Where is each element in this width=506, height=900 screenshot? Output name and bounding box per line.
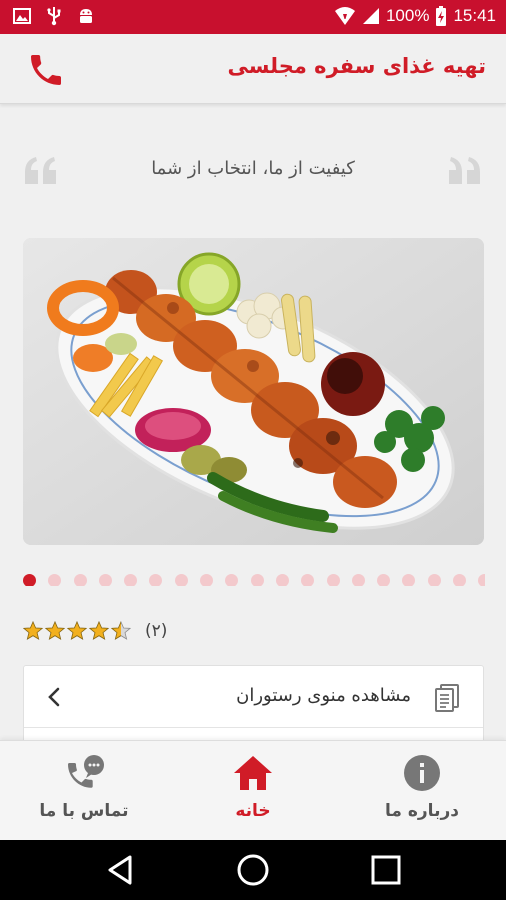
wifi-icon xyxy=(334,7,355,25)
quote-close-icon xyxy=(449,157,480,184)
carousel-dot[interactable] xyxy=(250,574,264,586)
nav-contact-us[interactable]: تماس با ما xyxy=(0,741,168,841)
rating: (۲) xyxy=(23,620,167,642)
home-circle-icon[interactable] xyxy=(235,852,271,888)
carousel-dot[interactable] xyxy=(351,574,365,586)
chevron-left-icon xyxy=(48,687,60,707)
menu-book-icon xyxy=(435,684,459,712)
phone-chat-icon xyxy=(68,755,104,788)
carousel-dots[interactable] xyxy=(23,572,485,586)
star-half-icon xyxy=(111,621,131,640)
nav-about-us[interactable]: درباره ما xyxy=(338,741,506,841)
rating-stars xyxy=(23,621,131,641)
star-full-icon xyxy=(23,621,43,640)
phone-icon[interactable] xyxy=(26,50,66,90)
view-menu-row[interactable]: مشاهده منوی رستوران xyxy=(24,666,483,728)
battery-text: 100% xyxy=(385,6,430,25)
view-menu-label: مشاهده منوی رستوران xyxy=(236,685,411,706)
star-full-icon xyxy=(67,621,87,640)
battery-charging-icon xyxy=(436,6,447,26)
carousel-dot[interactable] xyxy=(453,574,467,586)
food-carousel-image[interactable] xyxy=(23,238,484,545)
android-icon xyxy=(80,9,92,23)
nav-about-us-label: درباره ما xyxy=(385,801,459,821)
carousel-dot[interactable] xyxy=(174,574,188,586)
carousel-dot[interactable] xyxy=(48,574,62,586)
status-bar: 100% 15:41 xyxy=(0,0,506,34)
quote-open-icon xyxy=(25,157,56,184)
carousel-dot[interactable] xyxy=(478,574,485,586)
info-icon xyxy=(404,755,440,791)
carousel-dot[interactable] xyxy=(124,574,138,586)
page-title: تهیه غذای سفره مجلسی xyxy=(227,54,486,78)
carousel-dot[interactable] xyxy=(149,574,163,586)
carousel-dot[interactable] xyxy=(23,574,36,586)
carousel-dot[interactable] xyxy=(377,574,391,586)
carousel-dot[interactable] xyxy=(73,574,87,586)
usb-icon xyxy=(47,7,61,26)
system-nav-bar xyxy=(0,840,506,900)
carousel-dot[interactable] xyxy=(427,574,441,586)
star-full-icon xyxy=(45,621,65,640)
carousel-dot[interactable] xyxy=(301,574,315,586)
tagline-text: کیفیت از ما، انتخاب از شما xyxy=(151,158,355,179)
nav-home[interactable]: خانه xyxy=(169,741,337,841)
rating-count: (۲) xyxy=(145,621,168,641)
app-bar: تهیه غذای سفره مجلسی xyxy=(0,34,506,104)
carousel-dot[interactable] xyxy=(402,574,416,586)
star-full-icon xyxy=(89,621,109,640)
carousel-dot[interactable] xyxy=(225,574,239,586)
tagline: کیفیت از ما، انتخاب از شما xyxy=(0,140,506,200)
home-icon xyxy=(234,756,272,790)
carousel-dot[interactable] xyxy=(98,574,112,586)
bottom-nav: تماس با ما خانه درباره ما xyxy=(0,740,506,840)
clock-text: 15:41 xyxy=(453,6,496,25)
image-icon xyxy=(13,8,31,24)
carousel-dot[interactable] xyxy=(200,574,214,586)
carousel-dot[interactable] xyxy=(326,574,340,586)
signal-icon xyxy=(362,8,379,24)
carousel-dot[interactable] xyxy=(275,574,289,586)
recents-icon[interactable] xyxy=(368,852,404,888)
back-icon[interactable] xyxy=(102,852,138,888)
nav-home-label: خانه xyxy=(235,801,271,821)
nav-contact-us-label: تماس با ما xyxy=(39,801,129,821)
